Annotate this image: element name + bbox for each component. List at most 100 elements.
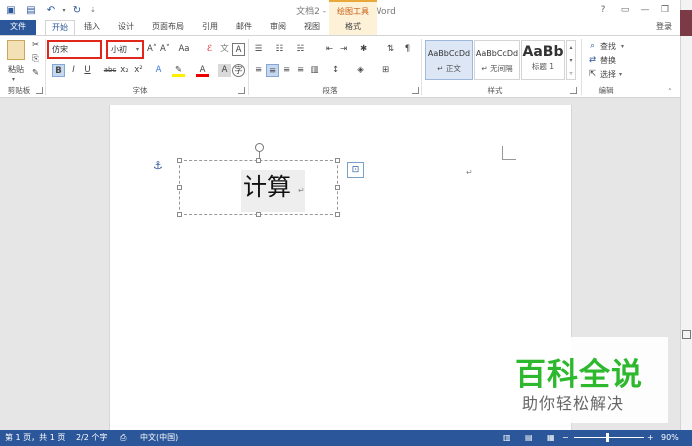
tab-view[interactable]: 视图 [300,20,324,35]
underline-button[interactable]: U [81,64,94,77]
style-heading-1[interactable]: AaBb 标题 1 [521,40,565,80]
folder-icon[interactable] [682,330,691,339]
tab-review[interactable]: 审阅 [266,20,290,35]
paste-dropdown-icon[interactable]: ▾ [12,76,15,83]
superscript-button[interactable]: x² [132,64,145,77]
show-marks-icon[interactable]: ¶ [401,43,414,56]
side-pane-tab[interactable] [680,10,692,36]
resize-handle[interactable] [335,158,340,163]
italic-button[interactable]: I [67,64,80,77]
line-spacing-icon[interactable]: ↕ [329,64,342,77]
decrease-indent-icon[interactable]: ⇤ [323,43,336,56]
word-count[interactable]: 2/2 个字 [76,430,107,446]
grow-font-button[interactable]: A˄ [146,43,158,56]
resize-handle[interactable] [335,185,340,190]
print-layout-icon[interactable]: ▤ [525,430,533,446]
subscript-button[interactable]: x₂ [118,64,131,77]
resize-handle[interactable] [256,158,261,163]
customize-qat-icon[interactable]: ⇣ [86,3,100,17]
font-size-combo[interactable]: 小初 ▾ [106,40,144,59]
web-layout-icon[interactable]: ▦ [547,430,555,446]
select-dropdown-icon[interactable]: ▾ [619,71,622,78]
align-left-icon[interactable]: ≡ [252,64,265,77]
chinese-layout-icon[interactable]: ✱ [357,43,370,56]
restore-icon[interactable]: ❐ [656,3,674,17]
zoom-level[interactable]: 90% [661,430,679,446]
resize-handle[interactable] [177,212,182,217]
resize-handle[interactable] [335,212,340,217]
language[interactable]: 中文(中国) [140,430,178,446]
shading-icon[interactable]: ◈ [354,64,367,77]
paste-button[interactable]: 粘贴 [4,63,28,76]
highlight-icon[interactable]: ✎ [172,64,185,77]
tab-mailings[interactable]: 邮件 [232,20,256,35]
bold-button[interactable]: B [52,64,65,77]
increase-indent-icon[interactable]: ⇥ [337,43,350,56]
zoom-in-button[interactable]: + [647,430,654,446]
find-button[interactable]: 查找 [600,40,616,53]
redo-icon[interactable]: ↻ [70,3,84,17]
align-right-icon[interactable]: ≡ [280,64,293,77]
page-count[interactable]: 第 1 页，共 1 页 [5,430,65,446]
text-effects-icon[interactable]: A [152,64,165,77]
font-name-combo[interactable]: 仿宋 [47,40,102,59]
styles-launcher-icon[interactable] [570,87,577,94]
zoom-thumb[interactable] [606,433,609,442]
font-size-dropdown-icon[interactable]: ▾ [136,42,139,57]
replace-button[interactable]: 替换 [600,54,616,67]
numbering-icon[interactable]: ☷ [273,43,286,56]
ribbon-display-icon[interactable]: ▭ [616,3,634,17]
phonetic-guide-icon[interactable]: 文 [218,43,231,56]
enclose-char-icon[interactable]: 字 [232,64,245,77]
font-launcher-icon[interactable] [238,87,245,94]
tab-references[interactable]: 引用 [198,20,222,35]
tab-format[interactable]: 格式 [329,20,377,35]
font-color-icon[interactable]: A [196,64,209,77]
tab-insert[interactable]: 插入 [80,20,104,35]
tab-home[interactable]: 开始 [45,20,75,36]
bullets-icon[interactable]: ☰ [252,43,265,56]
change-case-button[interactable]: Aa [175,43,193,56]
cut-icon[interactable]: ✂ [29,39,42,52]
char-shading-icon[interactable]: A [218,64,231,77]
help-button[interactable]: ? [594,3,612,17]
rotate-handle[interactable] [255,143,264,152]
resize-handle[interactable] [177,185,182,190]
styles-scroll[interactable]: ▴ ▾ ▿ [566,40,576,80]
undo-dropdown-icon[interactable]: ▾ [57,3,71,17]
clear-format-icon[interactable]: ℰ [203,43,216,56]
distribute-icon[interactable]: ▥ [308,64,321,77]
login-link[interactable]: 登录 [656,20,672,34]
tab-page-layout[interactable]: 页面布局 [148,20,188,35]
style-no-spacing[interactable]: AaBbCcDd ↵ 无间隔 [474,40,520,80]
minimize-icon[interactable]: — [636,3,654,17]
resize-handle[interactable] [177,158,182,163]
copy-icon[interactable]: ⎘ [29,53,42,66]
find-dropdown-icon[interactable]: ▾ [621,43,624,50]
undo-icon[interactable]: ↶ [44,3,58,17]
proofing-icon[interactable]: ⎙ [120,430,126,446]
resize-handle[interactable] [256,212,261,217]
strikethrough-button[interactable]: abc [102,64,118,77]
borders-icon[interactable]: ⊞ [379,64,392,77]
clipboard-launcher-icon[interactable] [36,87,43,94]
find-icon[interactable]: ⌕ [586,40,599,53]
multilevel-list-icon[interactable]: ☵ [294,43,307,56]
text-box-content[interactable]: 计算 [241,170,305,212]
char-border-icon[interactable]: A [232,43,245,56]
tab-file[interactable]: 文件 [0,20,36,35]
zoom-slider[interactable] [574,437,644,438]
style-normal[interactable]: AaBbCcDd ↵ 正文 [425,40,473,80]
tab-design[interactable]: 设计 [114,20,138,35]
replace-icon[interactable]: ⇄ [586,54,599,67]
save-icon[interactable]: ▤ [24,3,38,17]
justify-icon[interactable]: ≡ [294,64,307,77]
layout-options-icon[interactable]: ⊡ [347,162,364,178]
zoom-out-button[interactable]: − [562,430,569,446]
align-center-icon[interactable]: ≡ [266,64,279,77]
sort-icon[interactable]: ⇅ [384,43,397,56]
select-icon[interactable]: ⇱ [586,68,599,81]
collapse-ribbon-icon[interactable]: ˄ [668,88,672,96]
shrink-font-button[interactable]: A˅ [159,43,171,56]
paragraph-launcher-icon[interactable] [412,87,419,94]
